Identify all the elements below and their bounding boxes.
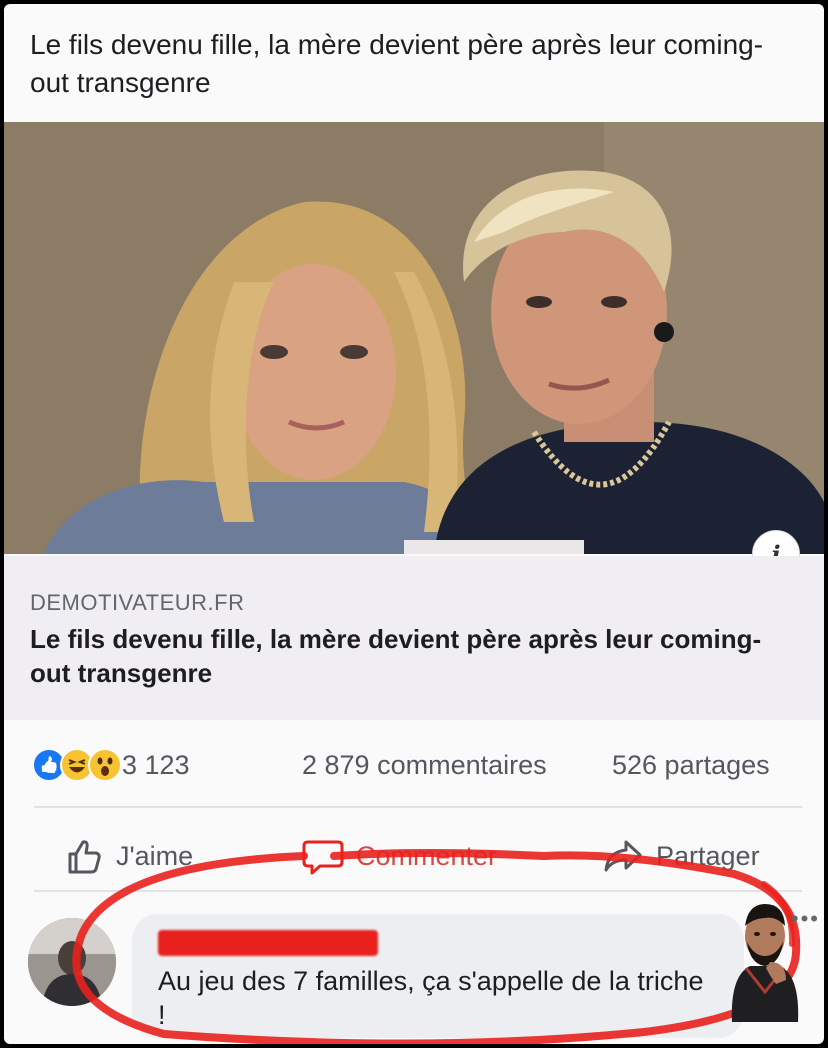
post-text: Le fils devenu fille, la mère devient pè…	[30, 29, 764, 98]
comment-button[interactable]: Commenter	[302, 834, 497, 878]
photo-illustration	[4, 122, 824, 554]
wow-reaction-icon	[88, 748, 122, 782]
redacted-author-name	[158, 930, 378, 956]
avatar[interactable]	[28, 918, 116, 1006]
like-button[interactable]: J'aime	[64, 834, 193, 878]
share-label: Partager	[656, 840, 760, 871]
thumbs-up-icon	[68, 840, 101, 874]
facebook-post-card: Le fils devenu fille, la mère devient pè…	[4, 4, 824, 1044]
link-preview-photo[interactable]	[4, 122, 824, 554]
link-title[interactable]: Le fils devenu fille, la mère devient pè…	[30, 622, 790, 690]
comment-label: Commenter	[356, 840, 498, 871]
link-domain: DEMOTIVATEUR.FR	[30, 590, 245, 615]
more-options-icon[interactable]: •••	[791, 906, 820, 932]
share-arrow-icon	[604, 840, 642, 872]
like-label: J'aime	[116, 840, 194, 871]
comment: Au jeu des 7 familles, ça s'appelle de l…	[4, 900, 824, 1044]
avatar-photo	[28, 918, 116, 1006]
comments-count[interactable]: 2 879 commentaires	[302, 750, 547, 781]
link-preview[interactable]: DEMOTIVATEUR.FR Le fils devenu fille, la…	[4, 556, 824, 720]
reaction-count[interactable]: 3 123	[122, 750, 190, 781]
comment-bubble[interactable]: Au jeu des 7 familles, ça s'appelle de l…	[132, 914, 744, 1038]
shares-count[interactable]: 526 partages	[612, 750, 770, 781]
comment-bubble-icon	[302, 840, 344, 875]
engagement-stats: 3 123 2 879 commentaires 526 partages	[4, 742, 824, 792]
divider	[34, 806, 802, 808]
action-bar: J'aime Commenter Partager	[4, 828, 824, 884]
comment-text: Au jeu des 7 familles, ça s'appelle de l…	[158, 966, 704, 1030]
share-button[interactable]: Partager	[602, 834, 760, 878]
divider	[34, 890, 802, 892]
